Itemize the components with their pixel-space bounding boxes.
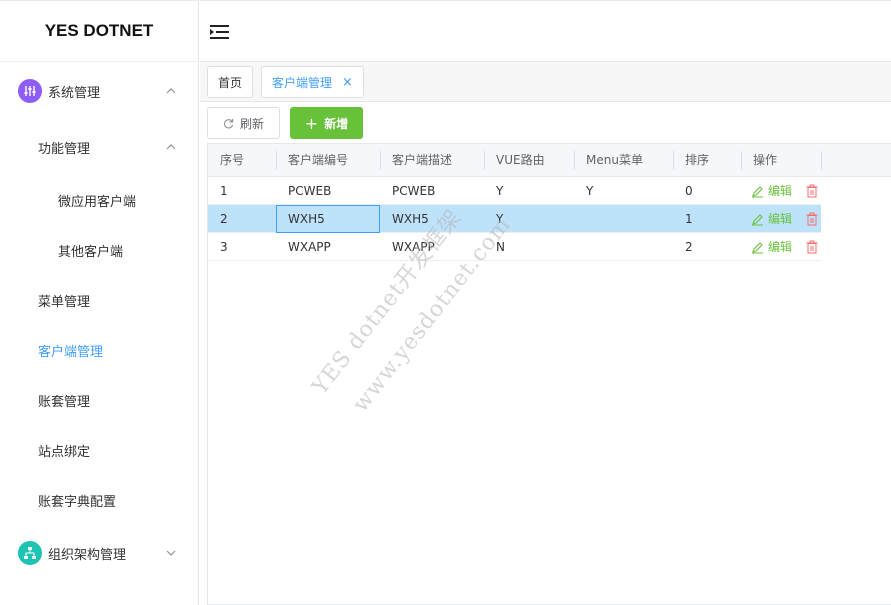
cell-code[interactable]: PCWEB	[276, 177, 331, 205]
cell-vue[interactable]: N	[484, 233, 505, 261]
cell-sort[interactable]: 1	[673, 205, 693, 233]
sidebar-item-menu[interactable]: 菜单管理	[0, 275, 198, 325]
tab-label: 客户端管理	[272, 75, 333, 90]
app-root: YES DOTNET 系统管理 功能管理 微应用客户端 其他客户端 菜单管理 客…	[0, 0, 891, 605]
menu-fold-icon[interactable]	[210, 25, 229, 39]
sidebar-item-function[interactable]: 功能管理	[0, 122, 198, 172]
cell-desc[interactable]: PCWEB	[380, 177, 435, 205]
refresh-icon	[223, 118, 234, 128]
logo: YES DOTNET	[0, 0, 198, 62]
sidebar-item-label: 菜单管理	[38, 294, 91, 310]
table-header: 序号 客户端编号 客户端描述 VUE路由 Menu菜单 排序 操作	[208, 144, 891, 177]
edit-icon	[752, 213, 763, 225]
sidebar-item-site-binding[interactable]: 站点绑定	[0, 425, 198, 475]
sidebar-item-organization[interactable]: 组织架构管理	[0, 528, 198, 578]
refresh-label: 刷新	[239, 116, 264, 131]
tabs-bar: 首页 客户端管理 ×	[200, 62, 891, 102]
column-header-menu[interactable]: Menu菜单	[574, 144, 643, 177]
table-row-selected[interactable]: 2 WXH5 WXH5 Y 1 编辑	[208, 205, 821, 233]
sidebar-item-micro-client[interactable]: 微应用客户端	[0, 175, 198, 225]
cell-desc[interactable]: WXH5	[380, 205, 429, 233]
table-row[interactable]: 1 PCWEB PCWEB Y Y 0 编辑	[208, 177, 821, 205]
edit-button[interactable]: 编辑	[739, 205, 792, 233]
cell-code[interactable]: WXAPP	[276, 233, 331, 261]
tab-label: 首页	[218, 75, 243, 90]
sidebar-item-label: 客户端管理	[38, 344, 104, 360]
plus-icon: +	[304, 113, 319, 133]
sidebar-item-label: 站点绑定	[38, 444, 91, 460]
cell-sort[interactable]: 0	[673, 177, 693, 205]
column-header-vue[interactable]: VUE路由	[484, 144, 545, 177]
cell-vue[interactable]: Y	[484, 177, 503, 205]
column-header-actions: 操作	[753, 153, 778, 167]
table-row[interactable]: 3 WXAPP WXAPP N 2 编辑	[208, 233, 821, 261]
column-header-desc[interactable]: 客户端描述	[380, 144, 452, 177]
sliders-icon	[18, 79, 42, 103]
edit-label: 编辑	[768, 184, 793, 198]
sidebar-item-label: 账套管理	[38, 394, 91, 410]
sidebar-item-label: 系统管理	[48, 85, 101, 101]
edit-button[interactable]: 编辑	[739, 233, 792, 261]
cell-vue[interactable]: Y	[484, 205, 503, 233]
sidebar: YES DOTNET 系统管理 功能管理 微应用客户端 其他客户端 菜单管理 客…	[0, 0, 199, 605]
sidebar-item-dictionary[interactable]: 账套字典配置	[0, 475, 198, 525]
tab-client-management[interactable]: 客户端管理 ×	[261, 66, 364, 98]
sidebar-item-client[interactable]: 客户端管理	[0, 325, 198, 375]
sidebar-item-system[interactable]: 系统管理	[0, 66, 198, 116]
chevron-up-icon	[166, 88, 176, 94]
cell-menu[interactable]	[574, 205, 586, 233]
refresh-button[interactable]: 刷新	[207, 107, 280, 139]
close-icon[interactable]: ×	[342, 76, 353, 89]
sidebar-item-other-client[interactable]: 其他客户端	[0, 225, 198, 275]
cell-sort[interactable]: 2	[673, 233, 693, 261]
add-button[interactable]: + 新增	[290, 107, 363, 139]
cell-no: 2	[220, 212, 228, 226]
cell-no: 3	[220, 240, 228, 254]
delete-icon[interactable]	[806, 240, 818, 254]
cell-no: 1	[220, 184, 228, 198]
sidebar-item-label: 功能管理	[38, 141, 91, 157]
edit-icon	[752, 241, 763, 253]
top-header	[200, 0, 891, 62]
column-header-no[interactable]: 序号	[208, 144, 244, 177]
sidebar-item-label: 账套字典配置	[38, 494, 117, 510]
tab-home[interactable]: 首页	[207, 66, 254, 98]
add-label: 新增	[324, 116, 349, 131]
delete-icon[interactable]	[806, 212, 818, 226]
client-table: 序号 客户端编号 客户端描述 VUE路由 Menu菜单 排序 操作 1 PCWE…	[207, 143, 891, 605]
cell-desc[interactable]: WXAPP	[380, 233, 435, 261]
delete-icon[interactable]	[806, 184, 818, 198]
edit-icon	[752, 185, 763, 197]
edit-label: 编辑	[768, 240, 793, 254]
sidebar-item-label: 组织架构管理	[48, 547, 127, 563]
sidebar-item-label: 微应用客户端	[58, 194, 137, 210]
edit-label: 编辑	[768, 212, 793, 226]
chevron-down-icon	[166, 550, 176, 556]
chevron-up-icon	[166, 144, 176, 150]
cell-menu[interactable]: Y	[574, 177, 593, 205]
edit-button[interactable]: 编辑	[739, 177, 792, 205]
column-header-code[interactable]: 客户端编号	[276, 144, 348, 177]
org-chart-icon	[18, 541, 42, 565]
cell-code-active[interactable]: WXH5	[276, 205, 380, 233]
cell-menu[interactable]	[574, 233, 586, 261]
sidebar-item-label: 其他客户端	[58, 244, 124, 260]
column-header-sort[interactable]: 排序	[673, 144, 709, 177]
sidebar-item-account-set[interactable]: 账套管理	[0, 375, 198, 425]
